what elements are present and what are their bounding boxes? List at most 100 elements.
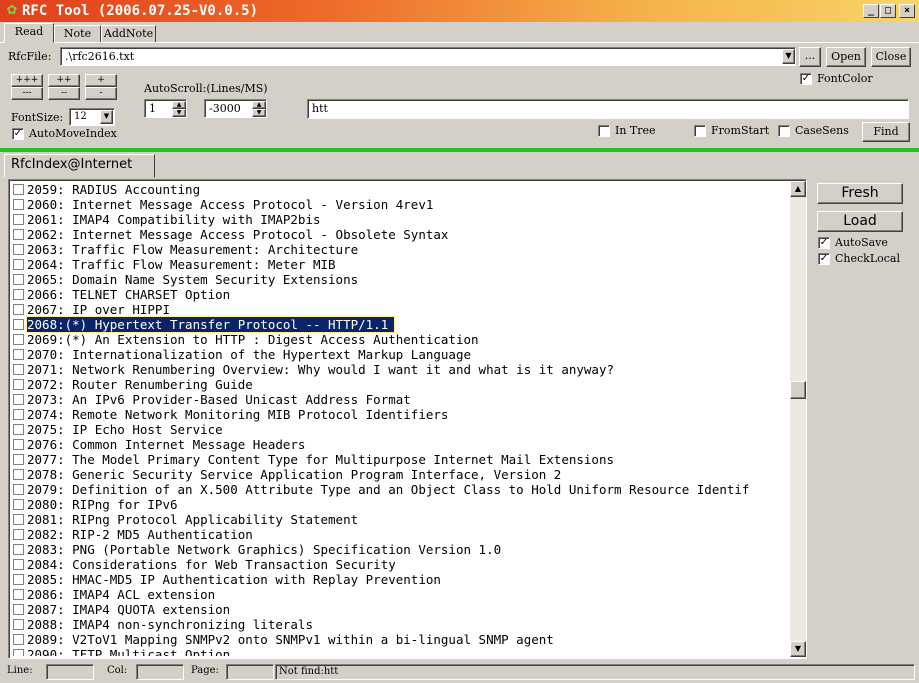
- list-item-checkbox[interactable]: [13, 454, 24, 465]
- scroll-down-button[interactable]: ▼: [790, 641, 806, 657]
- ms-down-button[interactable]: ▼: [252, 109, 266, 117]
- tab-addnote[interactable]: AddNote: [101, 25, 156, 43]
- list-item[interactable]: 2066: TELNET CHARSET Option: [11, 287, 792, 302]
- list-item-checkbox[interactable]: [13, 604, 24, 615]
- scroll-up-button[interactable]: ▲: [790, 181, 806, 197]
- list-item-checkbox[interactable]: [13, 544, 24, 555]
- list-item[interactable]: 2060: Internet Message Access Protocol -…: [11, 197, 792, 212]
- list-item[interactable]: 2074: Remote Network Monitoring MIB Prot…: [11, 407, 792, 422]
- list-item[interactable]: 2090: TFTP Multicast Option: [11, 647, 792, 656]
- font-increase-3-button[interactable]: +++: [11, 74, 43, 87]
- checklocal-checkbox[interactable]: ✓: [818, 253, 830, 265]
- list-item[interactable]: 2076: Common Internet Message Headers: [11, 437, 792, 452]
- tab-note[interactable]: Note: [54, 25, 101, 43]
- font-increase-2-button[interactable]: ++: [48, 74, 80, 87]
- list-item-checkbox[interactable]: [13, 274, 24, 285]
- list-item-checkbox[interactable]: [13, 529, 24, 540]
- font-increase-1-button[interactable]: +: [85, 74, 117, 87]
- fromstart-checkbox[interactable]: [694, 125, 706, 137]
- casesens-checkbox[interactable]: [778, 125, 790, 137]
- list-item-checkbox[interactable]: [13, 484, 24, 495]
- list-item-checkbox[interactable]: [13, 574, 24, 585]
- list-item-checkbox[interactable]: [13, 199, 24, 210]
- list-item[interactable]: 2068:(*) Hypertext Transfer Protocol -- …: [11, 316, 792, 333]
- list-item[interactable]: 2067: IP over HIPPI: [11, 302, 792, 317]
- list-item[interactable]: 2064: Traffic Flow Measurement: Meter MI…: [11, 257, 792, 272]
- fontcolor-checkbox[interactable]: ✓: [800, 73, 812, 85]
- rfcfile-dropdown-button[interactable]: ▼: [782, 49, 795, 64]
- list-item[interactable]: 2061: IMAP4 Compatibility with IMAP2bis: [11, 212, 792, 227]
- font-decrease-3-button[interactable]: ---: [11, 87, 43, 100]
- list-item[interactable]: 2071: Network Renumbering Overview: Why …: [11, 362, 792, 377]
- list-item[interactable]: 2086: IMAP4 ACL extension: [11, 587, 792, 602]
- list-item[interactable]: 2077: The Model Primary Content Type for…: [11, 452, 792, 467]
- list-item-checkbox[interactable]: [13, 184, 24, 195]
- list-item-checkbox[interactable]: [13, 304, 24, 315]
- font-decrease-2-button[interactable]: --: [48, 87, 80, 100]
- list-item[interactable]: 2087: IMAP4 QUOTA extension: [11, 602, 792, 617]
- list-item-checkbox[interactable]: [13, 589, 24, 600]
- load-button[interactable]: Load: [817, 211, 903, 232]
- fresh-button[interactable]: Fresh: [817, 183, 903, 204]
- list-item-checkbox[interactable]: [13, 349, 24, 360]
- list-item[interactable]: 2082: RIP-2 MD5 Authentication: [11, 527, 792, 542]
- list-item-checkbox[interactable]: [13, 619, 24, 630]
- list-item-checkbox[interactable]: [13, 364, 24, 375]
- close-window-button[interactable]: ×: [899, 4, 915, 18]
- ms-up-button[interactable]: ▲: [252, 101, 266, 109]
- find-button[interactable]: Find: [862, 122, 910, 142]
- close-file-button[interactable]: Close: [871, 47, 911, 67]
- intree-checkbox[interactable]: [598, 125, 610, 137]
- list-item-checkbox[interactable]: [13, 634, 24, 645]
- list-item-checkbox[interactable]: [13, 649, 24, 656]
- tab-read[interactable]: Read: [4, 23, 54, 43]
- list-item-checkbox[interactable]: [13, 469, 24, 480]
- list-item[interactable]: 2081: RIPng Protocol Applicability State…: [11, 512, 792, 527]
- tab-rfcindex-internet[interactable]: RfcIndex@Internet: [4, 154, 155, 178]
- list-item-checkbox[interactable]: [13, 424, 24, 435]
- list-item[interactable]: 2070: Internationalization of the Hypert…: [11, 347, 792, 362]
- list-item[interactable]: 2075: IP Echo Host Service: [11, 422, 792, 437]
- list-item-checkbox[interactable]: [13, 559, 24, 570]
- rfcfile-input[interactable]: .\rfc2616.txt: [60, 47, 796, 66]
- font-decrease-1-button[interactable]: -: [85, 87, 117, 100]
- list-item-checkbox[interactable]: [13, 319, 24, 330]
- list-item[interactable]: 2083: PNG (Portable Network Graphics) Sp…: [11, 542, 792, 557]
- lines-down-button[interactable]: ▼: [172, 109, 186, 117]
- list-item-checkbox[interactable]: [13, 379, 24, 390]
- list-item[interactable]: 2073: An IPv6 Provider-Based Unicast Add…: [11, 392, 792, 407]
- list-item[interactable]: 2065: Domain Name System Security Extens…: [11, 272, 792, 287]
- search-input[interactable]: htt: [307, 99, 909, 119]
- list-item[interactable]: 2062: Internet Message Access Protocol -…: [11, 227, 792, 242]
- list-item-checkbox[interactable]: [13, 259, 24, 270]
- list-item-checkbox[interactable]: [13, 334, 24, 345]
- list-item[interactable]: 2088: IMAP4 non-synchronizing literals: [11, 617, 792, 632]
- lines-up-button[interactable]: ▲: [172, 101, 186, 109]
- list-item-checkbox[interactable]: [13, 439, 24, 450]
- list-item[interactable]: 2072: Router Renumbering Guide: [11, 377, 792, 392]
- list-item-checkbox[interactable]: [13, 394, 24, 405]
- scroll-thumb[interactable]: [790, 381, 806, 399]
- list-item-checkbox[interactable]: [13, 289, 24, 300]
- list-item[interactable]: 2089: V2ToV1 Mapping SNMPv2 onto SNMPv1 …: [11, 632, 792, 647]
- fontsize-dropdown-button[interactable]: ▼: [100, 110, 113, 124]
- list-item-checkbox[interactable]: [13, 229, 24, 240]
- list-item-checkbox[interactable]: [13, 214, 24, 225]
- list-item-checkbox[interactable]: [13, 409, 24, 420]
- minimize-button[interactable]: _: [863, 4, 879, 18]
- browse-button[interactable]: ...: [799, 47, 821, 67]
- list-item[interactable]: 2069:(*) An Extension to HTTP : Digest A…: [11, 332, 792, 347]
- rfc-index-list[interactable]: 2059: RADIUS Accounting 2060: Internet Me…: [8, 179, 807, 659]
- list-item[interactable]: 2085: HMAC-MD5 IP Authentication with Re…: [11, 572, 792, 587]
- list-item[interactable]: 2079: Definition of an X.500 Attribute T…: [11, 482, 792, 497]
- list-item[interactable]: 2078: Generic Security Service Applicati…: [11, 467, 792, 482]
- list-item[interactable]: 2063: Traffic Flow Measurement: Architec…: [11, 242, 792, 257]
- app-icon[interactable]: ✿: [4, 3, 20, 19]
- maximize-button[interactable]: □: [880, 4, 896, 18]
- automoveindex-checkbox[interactable]: ✓: [12, 128, 24, 140]
- autosave-checkbox[interactable]: ✓: [818, 237, 830, 249]
- list-item[interactable]: 2080: RIPng for IPv6: [11, 497, 792, 512]
- vertical-scrollbar[interactable]: ▲ ▼: [790, 181, 806, 657]
- list-item-checkbox[interactable]: [13, 499, 24, 510]
- list-item-checkbox[interactable]: [13, 514, 24, 525]
